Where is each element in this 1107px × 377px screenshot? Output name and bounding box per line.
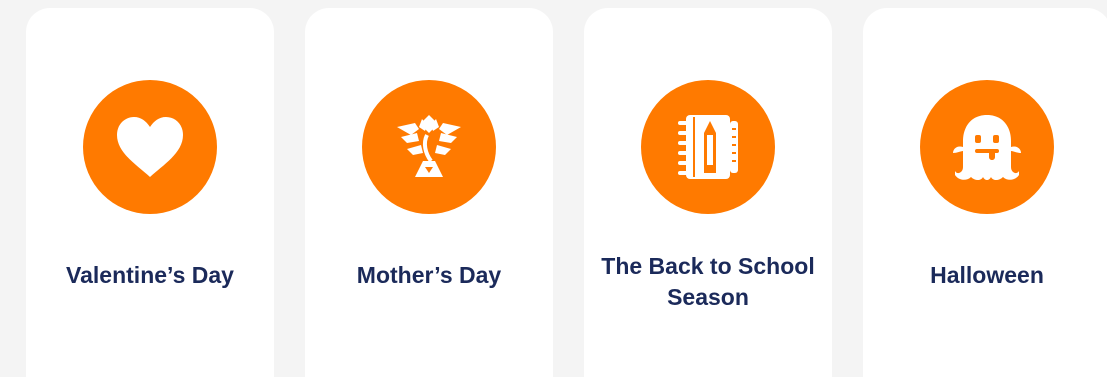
card-back-to-school[interactable]: The Back to School Season [584, 8, 832, 377]
occasion-cards: Valentine’s Day Mother’s Day The Back to… [0, 0, 1107, 377]
card-valentines-day[interactable]: Valentine’s Day [26, 8, 274, 377]
card-title: The Back to School Season [601, 253, 815, 310]
card-title: Valentine’s Day [66, 262, 234, 288]
heart-icon [83, 80, 217, 214]
card-title: Mother’s Day [356, 262, 502, 288]
card-mothers-day[interactable]: Mother’s Day [305, 8, 553, 377]
card-halloween[interactable]: Halloween [863, 8, 1107, 377]
flower-bouquet-icon [362, 80, 496, 214]
ghost-icon [920, 80, 1054, 214]
card-title: Halloween [930, 262, 1044, 288]
notebook-pencil-icon [641, 80, 775, 214]
